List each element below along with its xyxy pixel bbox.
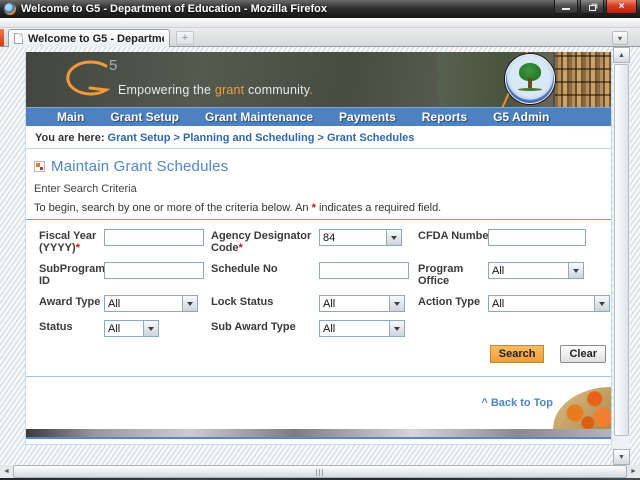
footer-divider-band bbox=[26, 429, 611, 439]
department-of-education-seal bbox=[505, 54, 555, 104]
page-title: Maintain Grant Schedules bbox=[51, 158, 229, 175]
dropdown-arrow-icon[interactable] bbox=[389, 321, 404, 336]
firefox-icon bbox=[4, 3, 16, 15]
action-type-select[interactable]: All bbox=[488, 295, 610, 312]
sub-award-type-label: Sub Award Type bbox=[211, 321, 296, 333]
nav-payments[interactable]: Payments bbox=[326, 110, 409, 124]
tab-label: Welcome to G5 - Departmen... bbox=[28, 32, 164, 45]
cfda-number-input[interactable] bbox=[488, 229, 586, 246]
restore-button[interactable] bbox=[580, 0, 604, 14]
nav-main[interactable]: Main bbox=[44, 110, 97, 124]
page-title-row: Maintain Grant Schedules bbox=[34, 158, 611, 175]
tagline: Empowering the grant community. bbox=[118, 83, 313, 97]
section-heading: Enter Search Criteria bbox=[34, 183, 137, 195]
award-type-select[interactable]: All bbox=[104, 295, 198, 312]
horizontal-scrollbar[interactable]: ◄ ► bbox=[0, 465, 640, 478]
new-tab-button[interactable]: + bbox=[176, 31, 194, 45]
nav-grant-maintenance[interactable]: Grant Maintenance bbox=[192, 110, 326, 124]
page-bottom-zone: ^ Back to Top bbox=[26, 377, 611, 429]
scroll-up-arrow[interactable]: ▲ bbox=[613, 47, 630, 63]
dropdown-arrow-icon[interactable] bbox=[143, 321, 158, 336]
sub-award-type-select[interactable]: All bbox=[319, 320, 405, 337]
classroom-chairs-image bbox=[553, 387, 611, 429]
dropdown-arrow-icon[interactable] bbox=[386, 230, 401, 245]
dropdown-arrow-icon[interactable] bbox=[389, 296, 404, 311]
agency-designator-code-label: Agency Designator Code* bbox=[211, 230, 312, 254]
schedule-no-input[interactable] bbox=[319, 262, 409, 279]
window-controls: × bbox=[552, 0, 640, 18]
breadcrumb-prefix: You are here: bbox=[35, 132, 108, 144]
action-type-label: Action Type bbox=[418, 296, 481, 308]
vertical-scroll-thumb[interactable] bbox=[614, 64, 629, 436]
lock-status-label: Lock Status bbox=[211, 296, 274, 308]
fiscal-year-input[interactable] bbox=[104, 229, 204, 246]
search-button[interactable]: Search bbox=[489, 345, 545, 363]
list-tabs-button[interactable]: ▾ bbox=[612, 31, 628, 45]
fiscal-year-label: Fiscal Year (YYYY)* bbox=[39, 230, 97, 254]
minimize-icon bbox=[562, 8, 570, 10]
page-icon bbox=[14, 33, 23, 44]
lock-status-select[interactable]: All bbox=[319, 295, 405, 312]
cfda-number-label: CFDA Number bbox=[418, 230, 493, 242]
program-office-select[interactable]: All bbox=[488, 262, 584, 279]
status-select[interactable]: All bbox=[104, 320, 159, 337]
dropdown-arrow-icon[interactable] bbox=[568, 263, 583, 278]
page-footer: [ FOIA ] [ Privacy ] [ Security ] [ Noti… bbox=[26, 439, 611, 444]
window-titlebar[interactable]: Welcome to G5 - Department of Education … bbox=[0, 0, 640, 18]
vertical-scrollbar[interactable]: ▲ ▼ bbox=[613, 47, 630, 465]
subprogram-id-label: SubProgram ID bbox=[39, 263, 106, 287]
browser-viewport: 5 Empowering the grant community. Main G… bbox=[0, 47, 640, 465]
g5-logo-five: 5 bbox=[109, 57, 117, 74]
agency-designator-code-select[interactable]: 84 bbox=[319, 229, 402, 246]
breadcrumb: You are here: Grant Setup > Planning and… bbox=[26, 126, 611, 149]
subprogram-id-input[interactable] bbox=[104, 262, 204, 279]
tab-bar: Welcome to G5 - Departmen... + ▾ bbox=[0, 28, 640, 47]
page-content: 5 Empowering the grant community. Main G… bbox=[25, 52, 612, 445]
scroll-down-arrow[interactable]: ▼ bbox=[613, 449, 630, 465]
form-buttons: Search Clear bbox=[26, 345, 606, 363]
tab-welcome-g5[interactable]: Welcome to G5 - Departmen... bbox=[8, 29, 170, 47]
divider bbox=[26, 219, 611, 220]
nav-g5-admin[interactable]: G5 Admin bbox=[480, 110, 562, 124]
close-button[interactable]: × bbox=[606, 0, 637, 14]
breadcrumb-links[interactable]: Grant Setup > Planning and Scheduling > … bbox=[108, 132, 415, 144]
dropdown-arrow-icon[interactable] bbox=[182, 296, 197, 311]
bookshelf-image bbox=[555, 52, 611, 107]
tab-strip-accent bbox=[0, 29, 4, 46]
nav-reports[interactable]: Reports bbox=[409, 110, 480, 124]
scroll-grip bbox=[316, 469, 324, 476]
horizontal-scroll-thumb[interactable] bbox=[13, 465, 627, 478]
dropdown-arrow-icon[interactable] bbox=[594, 296, 609, 311]
scroll-right-arrow[interactable]: ► bbox=[627, 465, 640, 478]
status-label: Status bbox=[39, 321, 73, 333]
award-type-label: Award Type bbox=[39, 296, 101, 308]
g5-header-banner: 5 Empowering the grant community. bbox=[26, 52, 611, 107]
nav-grant-setup[interactable]: Grant Setup bbox=[97, 110, 192, 124]
main-navigation: Main Grant Setup Grant Maintenance Payme… bbox=[26, 107, 611, 126]
search-criteria-form: Fiscal Year (YYYY)* Agency Designator Co… bbox=[39, 228, 611, 337]
restore-icon bbox=[588, 4, 596, 11]
schedule-no-label: Schedule No bbox=[211, 263, 278, 275]
scroll-left-arrow[interactable]: ◄ bbox=[0, 465, 13, 478]
minimize-button[interactable] bbox=[554, 0, 578, 14]
program-office-label: Program Office bbox=[418, 263, 464, 287]
back-to-top-link[interactable]: ^ Back to Top bbox=[481, 397, 553, 409]
broken-image-icon bbox=[34, 161, 45, 172]
window-title: Welcome to G5 - Department of Education … bbox=[21, 3, 327, 15]
toolbar-strip bbox=[0, 18, 640, 28]
clear-button[interactable]: Clear bbox=[560, 345, 606, 363]
instructions: To begin, search by one or more of the c… bbox=[34, 202, 442, 214]
